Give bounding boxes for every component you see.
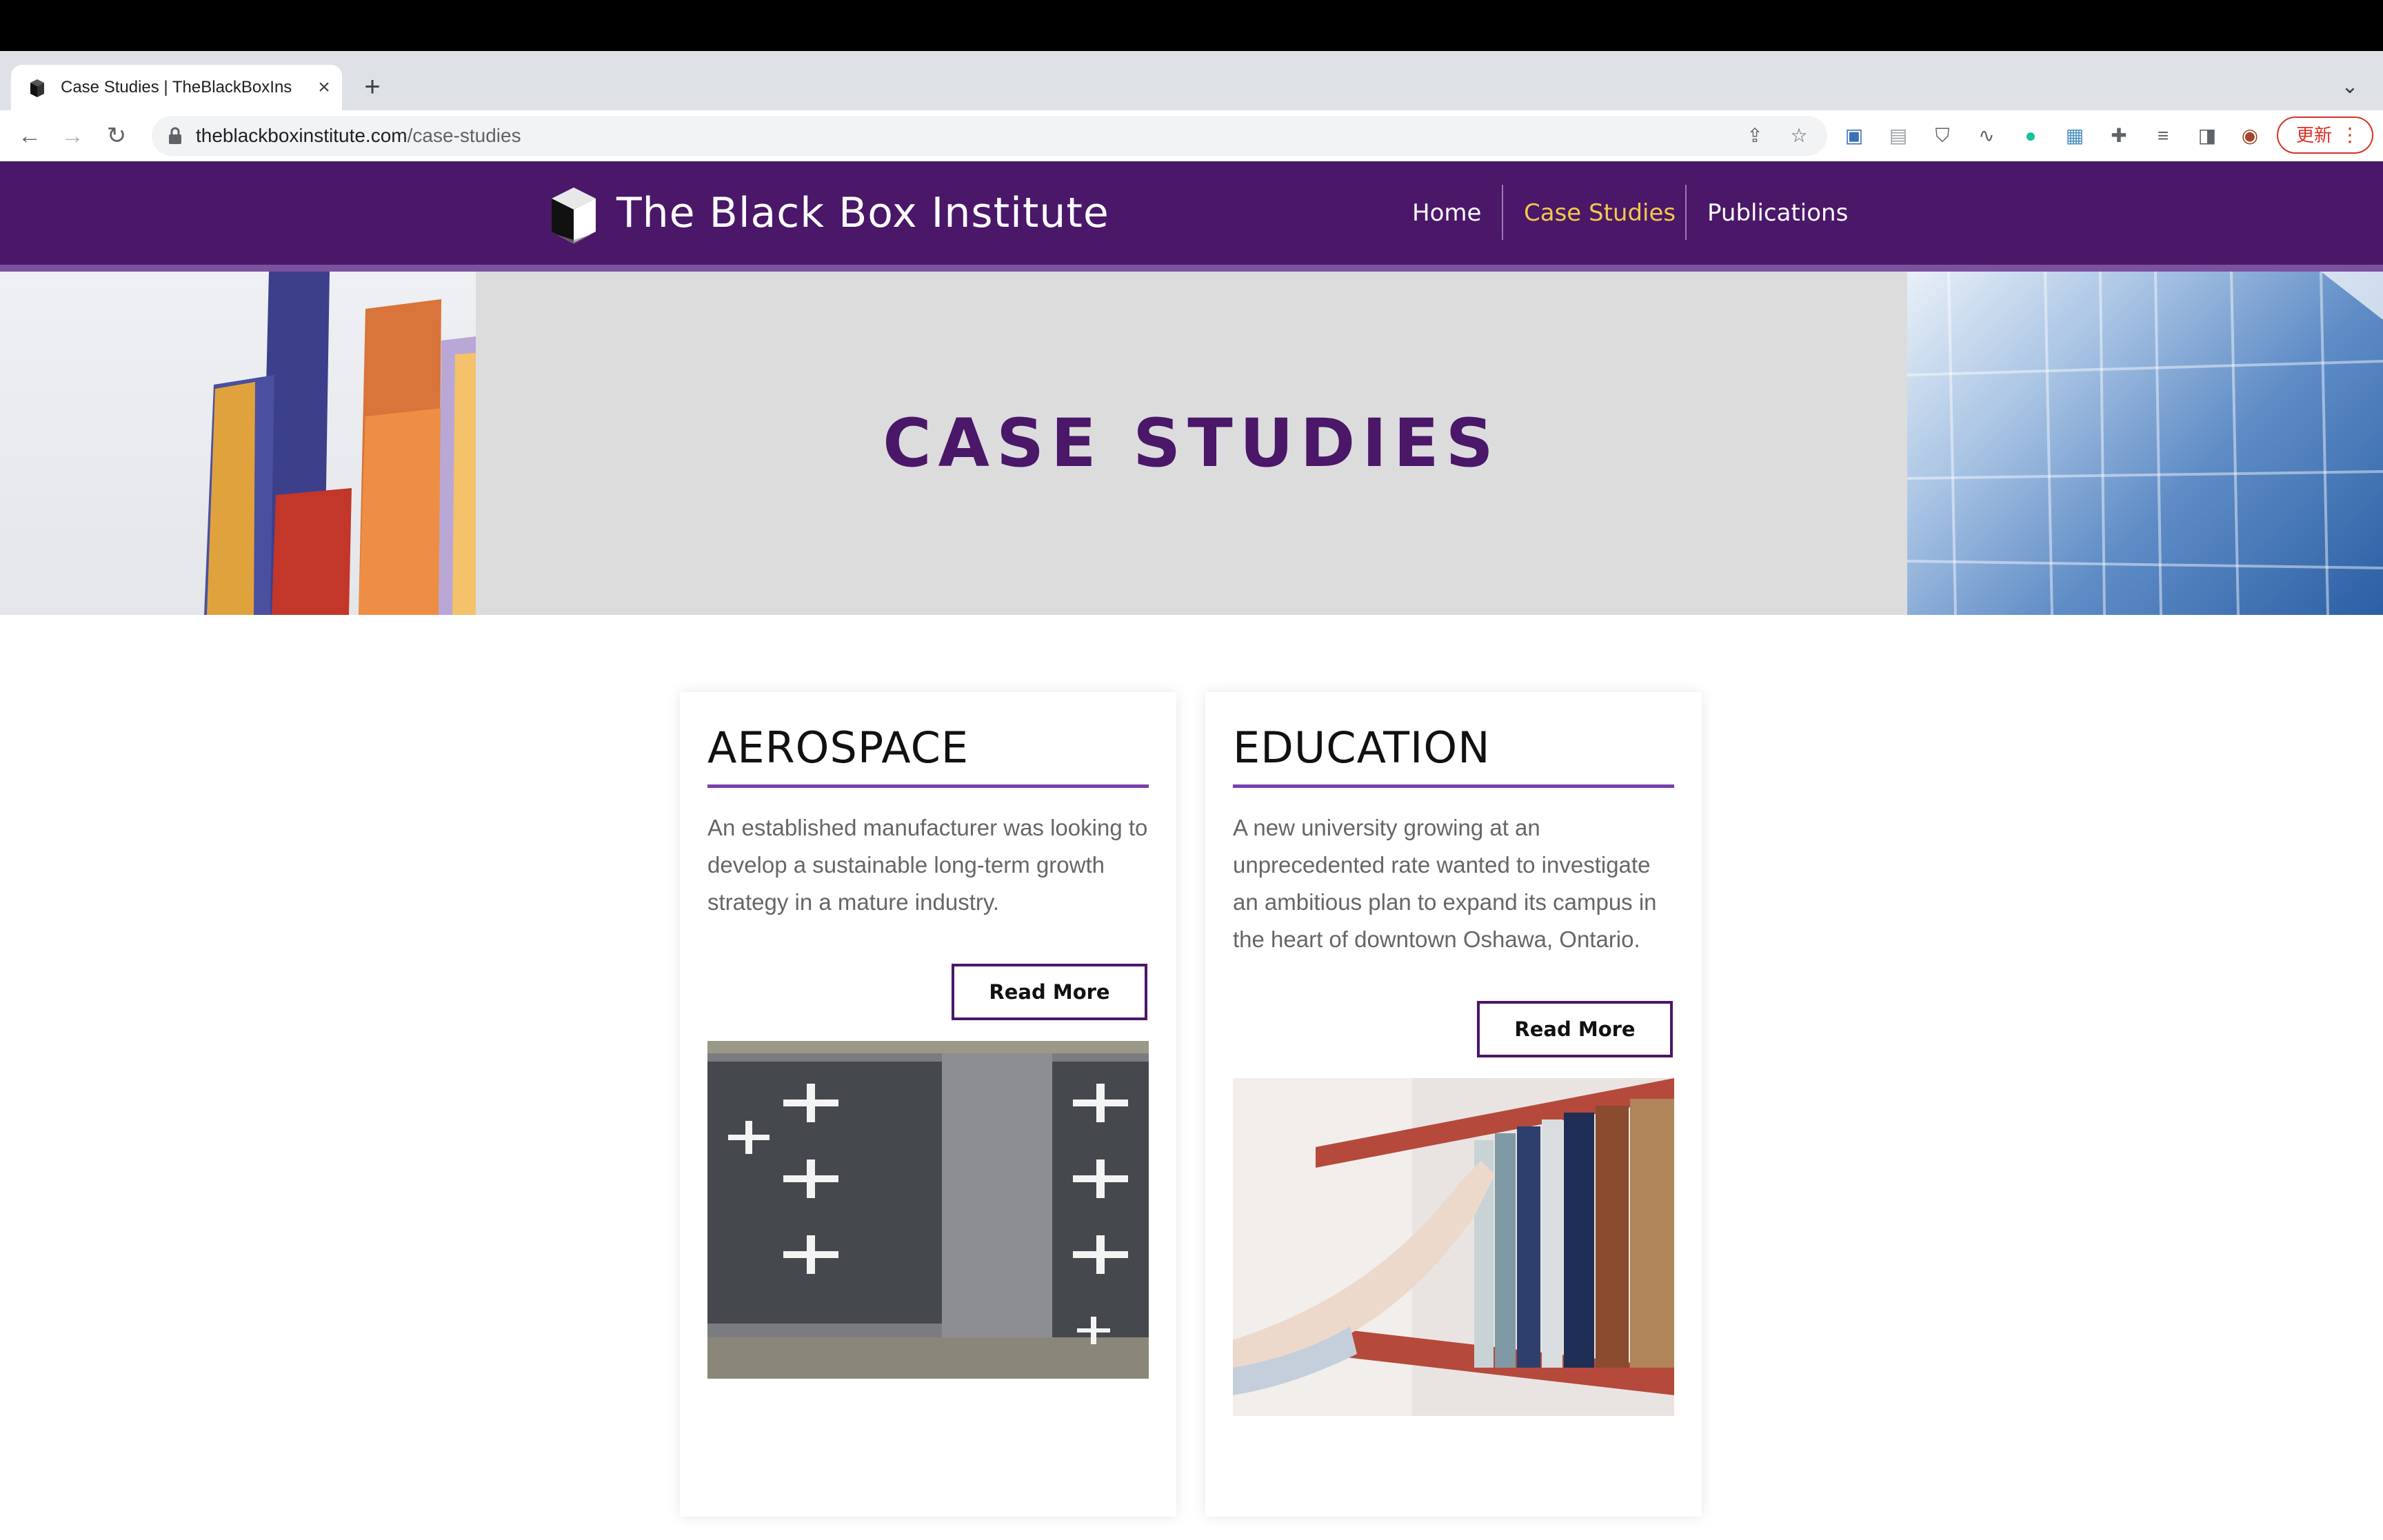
site-name[interactable]: The Black Box Institute — [616, 182, 1109, 244]
hero-banner: CASE STUDIES — [0, 272, 2383, 615]
lock-icon — [169, 127, 181, 144]
case-study-card-aerospace: AEROSPACE An established manufacturer wa… — [680, 692, 1176, 1517]
skyscraper-graphic — [204, 272, 476, 615]
grammarly-icon[interactable]: ● — [2018, 123, 2044, 149]
puzzle-icon[interactable]: ✚ — [2106, 123, 2132, 149]
nav-publications[interactable]: Publications — [1707, 186, 1848, 240]
glass-building-graphic — [1907, 272, 2383, 615]
reload-icon[interactable]: ↻ — [99, 119, 134, 153]
case-study-card-education: EDUCATION A new university growing at an… — [1205, 692, 1702, 1517]
hero-image-right-glass-buildings — [1907, 272, 2383, 615]
site-favicon-icon — [30, 79, 44, 97]
more-menu-icon: ⋮ — [2340, 124, 2360, 145]
header-accent-strip — [0, 265, 2383, 272]
profile-avatar[interactable]: ◉ — [2237, 123, 2263, 149]
page-title: CASE STUDIES — [883, 405, 1500, 482]
reading-list-icon[interactable]: ≡ — [2150, 123, 2176, 149]
nav-divider — [1685, 185, 1687, 240]
os-top-strip — [0, 0, 2383, 51]
back-icon[interactable]: ← — [12, 119, 47, 153]
shield-icon[interactable]: ⛉ — [1929, 123, 1955, 149]
nav-home[interactable]: Home — [1412, 186, 1481, 240]
hero-image-left-bar-chart-buildings — [0, 272, 476, 615]
card-description: A new university growing at an unprecede… — [1233, 815, 1657, 952]
extension-icon-translate[interactable]: ▤ — [1885, 123, 1911, 149]
card-title: AEROSPACE — [707, 722, 969, 773]
card-image-library-bookshelf[interactable] — [1233, 1078, 1674, 1416]
forward-icon[interactable]: → — [55, 119, 90, 153]
card-image-airport-planes[interactable] — [707, 1041, 1149, 1379]
browser-toolbar: ← → ↻ theblackboxinstitute.com/case-stud… — [0, 110, 2383, 162]
share-icon[interactable]: ⇪ — [1742, 123, 1768, 149]
tab-search-chevron-icon[interactable]: ⌄ — [2331, 68, 2369, 106]
black-box-logo-icon[interactable] — [546, 185, 601, 245]
side-panel-icon[interactable]: ◨ — [2194, 123, 2220, 149]
update-label: 更新 — [2296, 125, 2333, 145]
card-title-underline — [707, 784, 1149, 788]
update-button[interactable]: 更新 ⋮ — [2277, 116, 2373, 154]
url-host: theblackboxinstitute.com — [196, 125, 408, 146]
url-path: /case-studies — [407, 125, 521, 146]
pulse-icon[interactable]: ∿ — [1973, 123, 2000, 149]
airport-aerial-illustration — [707, 1041, 1149, 1379]
read-more-button[interactable]: Read More — [1477, 1001, 1673, 1057]
star-icon[interactable]: ☆ — [1786, 123, 1812, 149]
bookshelf-illustration — [1233, 1078, 1674, 1416]
browser-tab-bar: Case Studies | TheBlackBoxIns × + ⌄ — [0, 51, 2383, 110]
site-header: The Black Box Institute Home Case Studie… — [0, 161, 2383, 265]
card-title: EDUCATION — [1233, 722, 1491, 773]
tab-close-icon[interactable]: × — [310, 74, 338, 101]
nav-case-studies[interactable]: Case Studies — [1524, 186, 1676, 240]
read-more-button[interactable]: Read More — [952, 964, 1147, 1020]
browser-tab[interactable]: Case Studies | TheBlackBoxIns × — [11, 65, 342, 110]
url-text: theblackboxinstitute.com/case-studies — [196, 116, 521, 156]
extension-icon-s[interactable]: ▣ — [1841, 123, 1867, 149]
new-tab-button[interactable]: + — [353, 68, 392, 106]
card-description: An established manufacturer was looking … — [707, 815, 1148, 915]
address-bar[interactable]: theblackboxinstitute.com/case-studies — [152, 116, 1827, 156]
nav-divider — [1502, 185, 1503, 240]
card-title-underline — [1233, 784, 1674, 788]
extension-icon-image[interactable]: ▦ — [2062, 123, 2088, 149]
tab-title: Case Studies | TheBlackBoxIns — [61, 78, 292, 97]
